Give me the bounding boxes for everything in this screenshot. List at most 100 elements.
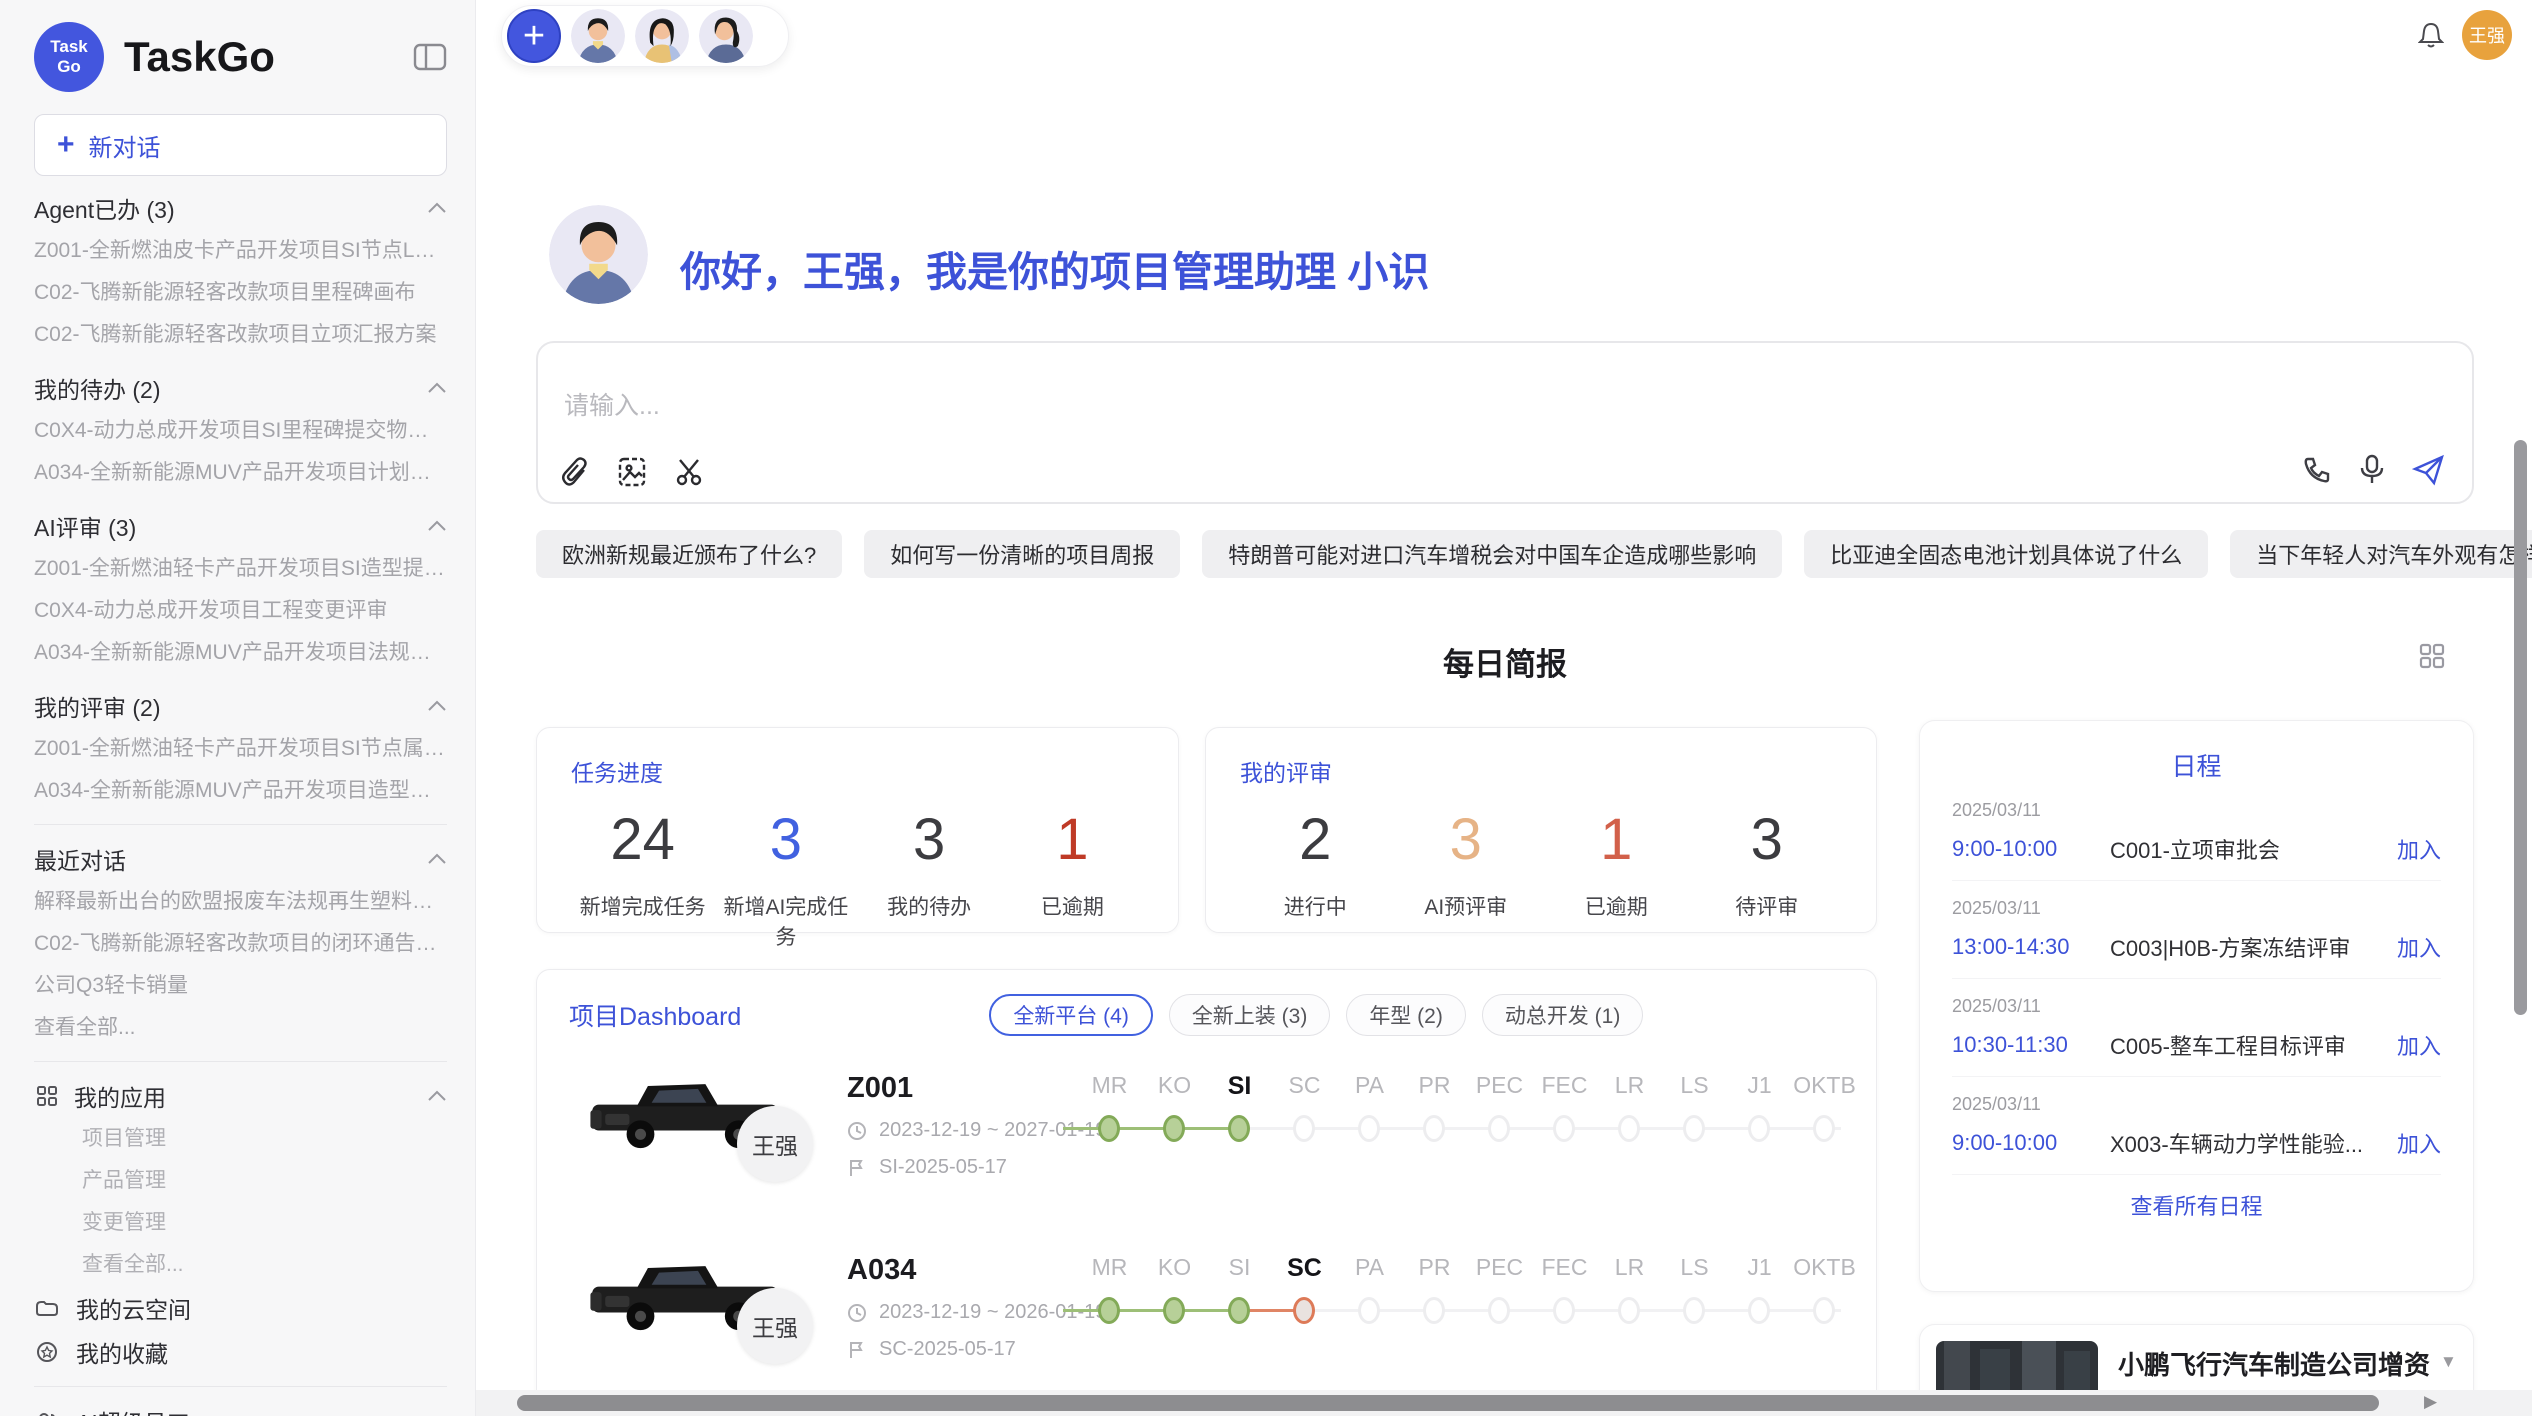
app-link-project-mgmt[interactable]: 项目管理	[34, 1118, 447, 1160]
new-chat-button[interactable]: + 新对话	[34, 114, 447, 176]
sidebar-task-item[interactable]: A034-全新新能源MUV产品开发项目法规符合性评审	[34, 632, 447, 674]
sidebar-task-item[interactable]: A034-全新新能源MUV产品开发项目造型可行性评审	[34, 770, 447, 812]
recent-chat-item[interactable]: 公司Q3轻卡销量	[34, 965, 447, 1007]
schedule-date: 2025/03/11	[1952, 898, 2441, 919]
schedule-date: 2025/03/11	[1952, 1094, 2441, 1115]
project-row[interactable]: 王强 A034 2023-12-19 ~ 2026-01-19 SC-2025-…	[569, 1242, 1852, 1400]
view-all-chats-link[interactable]: 查看全部...	[34, 1007, 447, 1049]
sidebar-task-item[interactable]: C0X4-动力总成开发项目SI里程碑提交物检查	[34, 410, 447, 452]
filter-pill-year-model[interactable]: 年型 (2)	[1346, 994, 1466, 1036]
chevron-up-icon[interactable]	[427, 700, 447, 712]
stat-value: 1	[1001, 806, 1144, 873]
phone-call-icon[interactable]	[2302, 455, 2332, 485]
filter-pill-new-body[interactable]: 全新上装 (3)	[1169, 994, 1331, 1036]
suggestion-chip[interactable]: 如何写一份清晰的项目周报	[864, 530, 1180, 578]
scissors-icon[interactable]	[674, 456, 706, 488]
sidebar-item-ai-employees[interactable]: AI超级员工	[34, 1399, 447, 1416]
schedule-card: 日程 2025/03/11 9:00-10:00 C001-立项审批会 加入 2…	[1919, 720, 2474, 1292]
project-row[interactable]: 王强 Z001 2023-12-19 ~ 2027-01-19 SI-2025-…	[569, 1060, 1852, 1218]
join-link[interactable]: 加入	[2397, 1127, 2441, 1159]
schedule-time: 9:00-10:00	[1952, 1130, 2110, 1156]
stat-value: 1	[1541, 806, 1692, 873]
agent-avatar[interactable]	[699, 9, 753, 63]
sidebar-collapse-icon[interactable]	[413, 42, 447, 72]
stat-value: 3	[1391, 806, 1542, 873]
recent-chat-item[interactable]: C02-飞腾新能源轻客改款项目的闭环通告反馈情况	[34, 923, 447, 965]
microphone-icon[interactable]	[2358, 454, 2386, 486]
sidebar-task-item[interactable]: C0X4-动力总成开发项目工程变更评审	[34, 590, 447, 632]
app-link-change-mgmt[interactable]: 变更管理	[34, 1202, 447, 1244]
chevron-up-icon[interactable]	[427, 202, 447, 214]
sidebar-task-item[interactable]: Z001-全新燃油皮卡产品开发项目SI节点Lesson Learn报告	[34, 230, 447, 272]
vertical-scrollbar-thumb[interactable]	[2514, 440, 2527, 1015]
agent-avatar[interactable]	[635, 9, 689, 63]
sidebar-task-item[interactable]: Z001-全新燃油轻卡产品开发项目SI造型提交物评审	[34, 548, 447, 590]
section-my-review[interactable]: 我的评审 (2)	[34, 684, 447, 728]
chevron-up-icon[interactable]	[427, 1090, 447, 1102]
user-avatar[interactable]: 王强	[2462, 10, 2512, 60]
sidebar-task-item[interactable]: C02-飞腾新能源轻客改款项目里程碑画布	[34, 272, 447, 314]
image-upload-icon[interactable]	[616, 456, 648, 488]
schedule-event-title: C005-整车工程目标评审	[2110, 1029, 2385, 1061]
scroll-down-arrow-icon[interactable]: ▼	[2440, 1352, 2457, 1372]
sidebar-task-item[interactable]: C02-飞腾新能源轻客改款项目立项汇报方案	[34, 314, 447, 356]
join-link[interactable]: 加入	[2397, 931, 2441, 963]
suggestion-chip[interactable]: 特朗普可能对进口汽车增税会对中国车企造成哪些影响	[1202, 530, 1782, 578]
apps-grid-icon	[34, 1085, 60, 1107]
notification-bell-icon[interactable]	[2418, 21, 2444, 49]
app-title: TaskGo	[124, 33, 413, 81]
send-icon[interactable]	[2412, 454, 2446, 486]
chevron-up-icon[interactable]	[427, 520, 447, 532]
chevron-up-icon[interactable]	[427, 853, 447, 865]
suggestion-chip[interactable]: 当下年轻人对汽车外观有怎样的喜好趋势	[2230, 530, 2532, 578]
chevron-up-icon[interactable]	[427, 382, 447, 394]
sidebar-item-favorites[interactable]: 我的收藏	[34, 1330, 447, 1374]
section-ai-review[interactable]: AI评审 (3)	[34, 504, 447, 548]
assistant-avatar	[549, 205, 648, 304]
app-link-product-mgmt[interactable]: 产品管理	[34, 1160, 447, 1202]
section-recent-chats[interactable]: 最近对话	[34, 837, 447, 881]
join-link[interactable]: 加入	[2397, 1029, 2441, 1061]
schedule-date: 2025/03/11	[1952, 996, 2441, 1017]
stat-label: 待评审	[1692, 891, 1843, 921]
stat-label: 我的待办	[858, 891, 1001, 921]
agent-switcher: +	[501, 5, 789, 67]
sidebar-item-cloud-space[interactable]: 我的云空间	[34, 1286, 447, 1330]
message-input[interactable]	[562, 391, 1962, 422]
stat-value: 2	[1240, 806, 1391, 873]
sidebar-task-item[interactable]: A034-全新新能源MUV产品开发项目计划变更表编写	[34, 452, 447, 494]
recent-chat-item[interactable]: 解释最新出台的欧盟报废车法规再生塑料比例被调至15%...	[34, 881, 447, 923]
horizontal-scrollbar: ▶	[476, 1390, 2532, 1416]
filter-pill-powertrain[interactable]: 动总开发 (1)	[1482, 994, 1644, 1036]
section-my-todo[interactable]: 我的待办 (2)	[34, 366, 447, 410]
scroll-right-arrow-icon[interactable]: ▶	[2424, 1392, 2437, 1412]
divider	[34, 1061, 447, 1062]
section-agent-done[interactable]: Agent已办 (3)	[34, 186, 447, 230]
add-agent-button[interactable]: +	[507, 9, 561, 63]
layout-grid-icon[interactable]	[2418, 642, 2446, 670]
card-title: 任务进度	[571, 754, 1144, 788]
schedule-event-title: X003-车辆动力学性能验...	[2110, 1127, 2385, 1159]
view-all-apps-link[interactable]: 查看全部...	[34, 1244, 447, 1286]
schedule-item: 2025/03/11 13:00-14:30 C003|H0B-方案冻结评审 加…	[1952, 881, 2441, 979]
schedule-date: 2025/03/11	[1952, 800, 2441, 821]
project-dates: 2023-12-19 ~ 2027-01-19	[879, 1119, 1106, 1142]
filter-pill-new-platform[interactable]: 全新平台 (4)	[989, 994, 1153, 1036]
sidebar-task-item[interactable]: Z001-全新燃油轻卡产品开发项目SI节点属性5D文件评审	[34, 728, 447, 770]
clock-icon	[847, 1121, 867, 1141]
join-link[interactable]: 加入	[2397, 833, 2441, 865]
horizontal-scrollbar-thumb[interactable]	[517, 1395, 2379, 1411]
suggestion-chip[interactable]: 比亚迪全固态电池计划具体说了什么	[1804, 530, 2208, 578]
attachment-icon[interactable]	[560, 456, 590, 488]
app-logo: Task Go	[34, 22, 104, 92]
section-my-apps[interactable]: 我的应用	[34, 1074, 447, 1118]
agent-avatar[interactable]	[571, 9, 625, 63]
schedule-title: 日程	[1952, 747, 2441, 783]
divider	[34, 824, 447, 825]
schedule-item: 2025/03/11 9:00-10:00 C001-立项审批会 加入	[1952, 783, 2441, 881]
suggestion-chip[interactable]: 欧洲新规最近颁布了什么?	[536, 530, 842, 578]
dashboard-title: 项目Dashboard	[569, 997, 741, 1033]
plus-icon: +	[523, 15, 545, 58]
suggestion-chips: 欧洲新规最近颁布了什么? 如何写一份清晰的项目周报 特朗普可能对进口汽车增税会对…	[536, 530, 2474, 578]
view-all-schedule-link[interactable]: 查看所有日程	[1952, 1189, 2441, 1221]
